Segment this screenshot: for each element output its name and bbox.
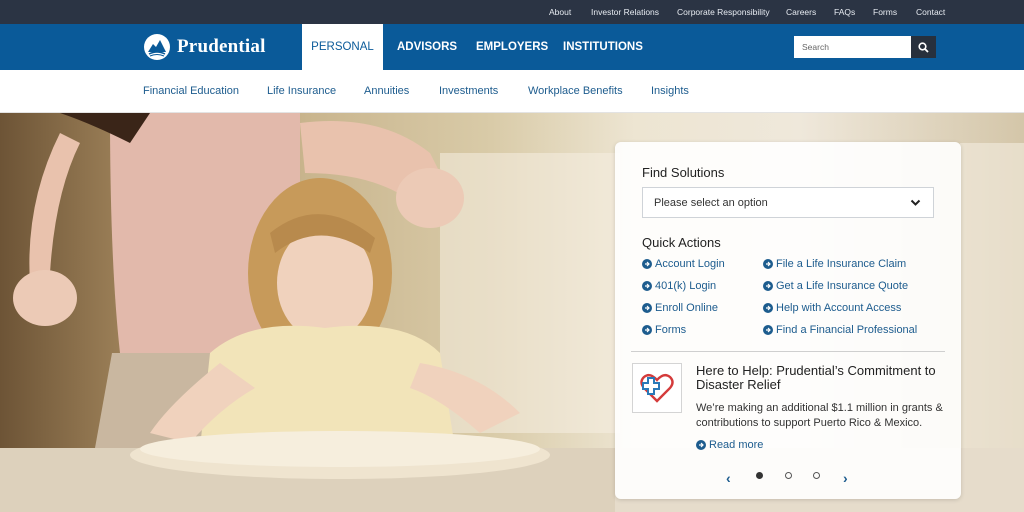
read-more-link[interactable]: Read more <box>696 439 763 451</box>
quick-actions-title: Quick Actions <box>642 235 721 250</box>
brand-name: Prudential <box>177 36 266 57</box>
search-icon <box>918 41 929 53</box>
401k-login-label: 401(k) Login <box>655 280 717 292</box>
subnav-financial-education[interactable]: Financial Education <box>143 85 239 97</box>
utility-link-forms[interactable]: Forms <box>873 7 897 17</box>
utility-link-careers[interactable]: Careers <box>786 7 816 17</box>
logo[interactable]: Prudential <box>143 33 266 61</box>
news-body: We’re making an additional $1.1 million … <box>696 402 943 429</box>
arrow-circle-icon <box>696 440 706 450</box>
find-solutions-panel: Find Solutions Please select an option Q… <box>615 142 961 499</box>
find-professional-link[interactable]: Find a Financial Professional <box>763 324 917 336</box>
solutions-select[interactable]: Please select an option <box>642 187 934 218</box>
account-login-link[interactable]: Account Login <box>642 258 725 270</box>
file-claim-link[interactable]: File a Life Insurance Claim <box>763 258 906 270</box>
carousel-dot-2[interactable] <box>785 472 792 479</box>
subnav-investments[interactable]: Investments <box>439 85 498 97</box>
read-more-label: Read more <box>709 439 764 451</box>
carousel-next-button[interactable]: › <box>843 470 848 486</box>
forms-link[interactable]: Forms <box>642 324 686 336</box>
subnav-workplace-benefits[interactable]: Workplace Benefits <box>528 85 623 97</box>
401k-login-link[interactable]: 401(k) Login <box>642 280 716 292</box>
account-access-help-link[interactable]: Help with Account Access <box>763 302 901 314</box>
search-button[interactable] <box>911 36 936 58</box>
tab-employers[interactable]: EMPLOYERS <box>462 24 562 70</box>
arrow-circle-icon <box>642 303 652 313</box>
search-box <box>794 36 936 58</box>
arrow-circle-icon <box>763 281 773 291</box>
enroll-online-link[interactable]: Enroll Online <box>642 302 718 314</box>
arrow-circle-icon <box>763 259 773 269</box>
tab-personal[interactable]: PERSONAL <box>302 24 383 70</box>
utility-link-investor-relations[interactable]: Investor Relations <box>591 7 659 17</box>
utility-link-corporate-responsibility[interactable]: Corporate Responsibility <box>677 7 770 17</box>
get-quote-label: Get a Life Insurance Quote <box>776 280 909 292</box>
hero-banner: Find Solutions Please select an option Q… <box>0 113 1024 512</box>
carousel-prev-button[interactable]: ‹ <box>726 470 731 486</box>
heart-cross-icon <box>640 373 674 403</box>
get-quote-link[interactable]: Get a Life Insurance Quote <box>763 280 908 292</box>
carousel-dot-1[interactable] <box>756 472 763 479</box>
divider <box>631 351 945 352</box>
enroll-online-label: Enroll Online <box>655 302 718 314</box>
utility-link-about[interactable]: About <box>549 7 571 17</box>
file-claim-label: File a Life Insurance Claim <box>776 258 907 270</box>
search-input[interactable] <box>794 36 911 58</box>
tab-advisors[interactable]: ADVISORS <box>383 24 471 70</box>
arrow-circle-icon <box>642 325 652 335</box>
account-login-label: Account Login <box>655 258 725 270</box>
select-value: Please select an option <box>654 196 768 209</box>
subnav-life-insurance[interactable]: Life Insurance <box>267 85 336 97</box>
utility-link-faqs[interactable]: FAQs <box>834 7 855 17</box>
carousel-dot-3[interactable] <box>813 472 820 479</box>
news-thumbnail[interactable] <box>632 363 682 413</box>
subnav-insights[interactable]: Insights <box>651 85 689 97</box>
arrow-circle-icon <box>642 281 652 291</box>
chevron-down-icon <box>910 199 921 206</box>
find-solutions-title: Find Solutions <box>642 165 725 180</box>
account-access-help-label: Help with Account Access <box>776 302 902 314</box>
main-nav: Prudential PERSONAL ADVISORS EMPLOYERS I… <box>0 24 1024 70</box>
arrow-circle-icon <box>763 325 773 335</box>
news-title[interactable]: Here to Help: Prudential’s Commitment to… <box>696 364 948 392</box>
subnav-annuities[interactable]: Annuities <box>364 85 409 97</box>
forms-label: Forms <box>655 324 687 336</box>
sub-nav: Financial Education Life Insurance Annui… <box>0 70 1024 113</box>
arrow-circle-icon <box>763 303 773 313</box>
rock-logo-icon <box>144 34 170 60</box>
tab-institutions[interactable]: INSTITUTIONS <box>549 24 657 70</box>
arrow-circle-icon <box>642 259 652 269</box>
utility-link-contact[interactable]: Contact <box>916 7 945 17</box>
find-professional-label: Find a Financial Professional <box>776 324 918 336</box>
utility-bar: About Investor Relations Corporate Respo… <box>0 0 1024 24</box>
